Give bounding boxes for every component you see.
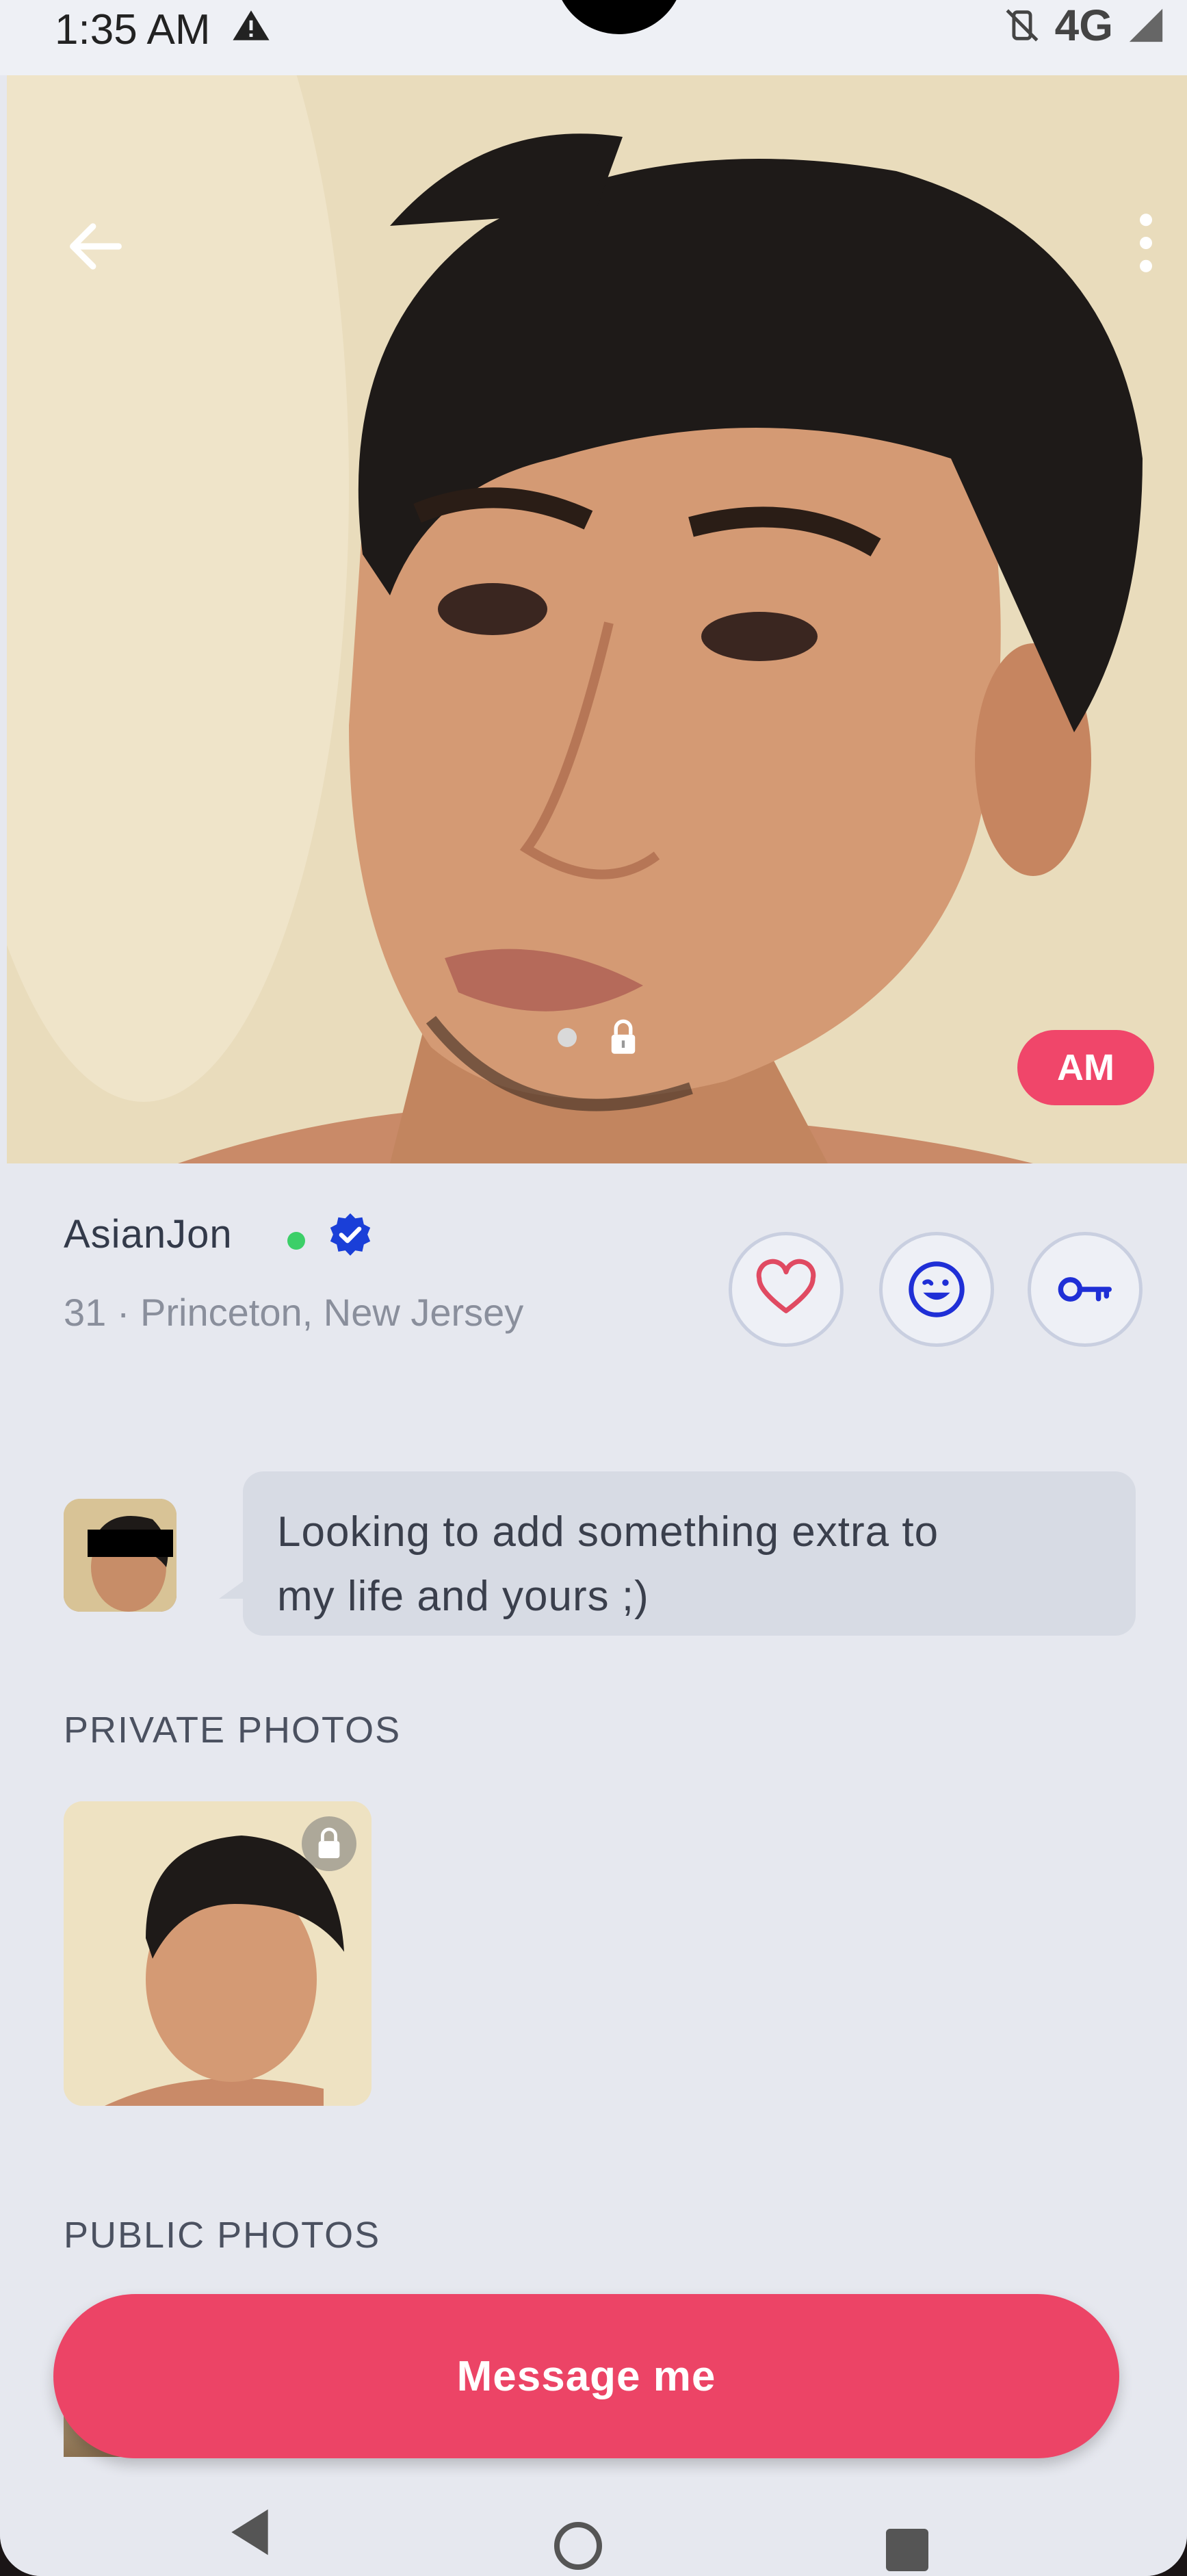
key-request-button[interactable]: [1028, 1232, 1143, 1347]
signal-icon: [1129, 8, 1163, 42]
public-photos-heading: PUBLIC PHOTOS: [64, 2215, 381, 2256]
photo-pager: [558, 1018, 638, 1057]
warning-icon: [233, 10, 270, 40]
verified-badge-icon: [330, 1213, 371, 1256]
status-time: 1:35 AM: [55, 6, 211, 53]
bio-bubble: Looking to add something extra to my lif…: [243, 1471, 1136, 1636]
private-photos-heading: PRIVATE PHOTOS: [64, 1710, 402, 1751]
profile-age-location: 31 · Princeton, New Jersey: [64, 1291, 524, 1334]
censor-bar: [88, 1530, 173, 1557]
private-photo-thumbnail[interactable]: [64, 1801, 371, 2106]
bio-line-1: Looking to add something extra to: [277, 1508, 939, 1556]
status-badge: AM: [1017, 1030, 1154, 1105]
back-arrow-icon[interactable]: [62, 212, 130, 281]
online-indicator: [287, 1232, 305, 1250]
key-icon: [1058, 1277, 1112, 1302]
vibrate-off-icon: [1006, 9, 1039, 42]
system-nav-bar: [0, 2477, 1187, 2576]
status-bar: 1:35 AM 4G: [0, 0, 1187, 75]
heart-icon: [756, 1259, 816, 1313]
private-lock-badge: [302, 1816, 356, 1871]
profile-username: AsianJon: [64, 1212, 233, 1257]
portrait-illustration: [7, 75, 1187, 1163]
lock-icon: [318, 1827, 340, 1859]
pager-dot[interactable]: [558, 1028, 577, 1047]
camera-notch: [554, 0, 684, 34]
message-me-button[interactable]: Message me: [53, 2294, 1119, 2458]
phone-screen: 1:35 AM 4G AM AsianJon 31 · Princeton, N…: [0, 0, 1187, 2576]
wink-face-icon: [909, 1261, 965, 1317]
profile-main-photo[interactable]: AM: [7, 75, 1187, 1163]
status-icons: 4G: [1002, 0, 1166, 51]
nav-recents-icon[interactable]: [886, 2529, 928, 2571]
network-type: 4G: [1054, 1, 1113, 50]
lock-icon[interactable]: [608, 1018, 638, 1057]
wink-button[interactable]: [879, 1232, 994, 1347]
bio-line-2: my life and yours ;): [277, 1573, 649, 1620]
like-button[interactable]: [729, 1232, 844, 1347]
nav-back-icon[interactable]: [226, 2505, 274, 2560]
nav-home-icon[interactable]: [554, 2522, 602, 2570]
more-options-icon[interactable]: [1132, 212, 1160, 274]
avatar[interactable]: [64, 1499, 177, 1612]
